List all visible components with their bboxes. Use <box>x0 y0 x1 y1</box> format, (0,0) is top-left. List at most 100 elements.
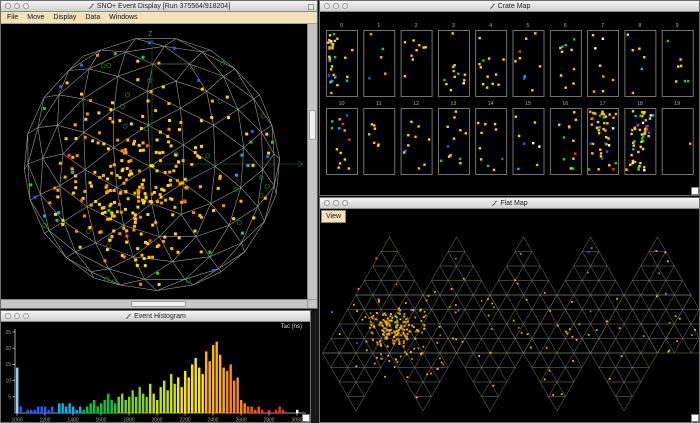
svg-text:2200: 2200 <box>179 418 190 423</box>
crate-8: 8 <box>625 23 656 97</box>
desktop: SNO+ Event Display [Run 375564/918204] F… <box>0 0 700 423</box>
scrollbar-thumb[interactable] <box>131 301 186 307</box>
flat-map-titlebar[interactable]: Flat Map <box>320 198 699 209</box>
window-controls <box>324 3 348 9</box>
svg-text:2400: 2400 <box>207 418 218 423</box>
crate-16: 16 <box>550 101 581 175</box>
window-title-text: Flat Map <box>500 200 527 207</box>
minimize-button[interactable] <box>14 3 20 9</box>
svg-text:3: 3 <box>452 23 455 29</box>
scrollbar-thumb[interactable] <box>309 110 316 140</box>
flat-map-canvas[interactable] <box>320 209 699 422</box>
flatmap-halo-hits <box>339 258 465 379</box>
crate-10: 10 <box>327 101 358 175</box>
crate-map-window: Crate Map 012345678910111213141516171819 <box>319 0 700 196</box>
window-tool-icon <box>88 3 95 10</box>
svg-text:5: 5 <box>526 23 529 29</box>
svg-text:14: 14 <box>488 101 494 107</box>
svg-text:1400: 1400 <box>67 418 78 423</box>
svg-text:1800: 1800 <box>123 418 134 423</box>
histogram-canvas: 5101520251000120014001600180020002200240… <box>1 322 310 422</box>
svg-text:4: 4 <box>489 23 492 29</box>
menu-item-data[interactable]: Data <box>85 14 100 21</box>
window-title: SNO+ Event Display [Run 375564/918204] <box>88 3 230 10</box>
svg-text:10: 10 <box>5 378 11 384</box>
z-axis-label: Z <box>148 31 153 38</box>
window-title-text: SNO+ Event Display [Run 375564/918204] <box>97 3 230 10</box>
window-controls <box>5 3 29 9</box>
resize-grip[interactable] <box>691 414 699 422</box>
window-title-text: Crate Map <box>498 3 531 10</box>
svg-text:9: 9 <box>676 23 679 29</box>
crate-11: 11 <box>364 101 395 175</box>
crate-map-canvas[interactable]: 012345678910111213141516171819 <box>320 12 699 195</box>
crate-15: 15 <box>513 101 544 175</box>
view-menu-button[interactable]: View <box>321 210 346 223</box>
resize-grip[interactable] <box>691 187 699 195</box>
zoom-button[interactable] <box>342 200 348 206</box>
close-button[interactable] <box>324 200 330 206</box>
crate-3: 3 <box>438 23 469 97</box>
minimize-button[interactable] <box>333 200 339 206</box>
menu-item-display[interactable]: Display <box>53 14 76 21</box>
menu-item-move[interactable]: Move <box>27 14 44 21</box>
svg-text:7: 7 <box>601 23 604 29</box>
sphere-unhit-rings <box>43 61 270 284</box>
crate-0: 0 <box>327 23 358 97</box>
crate-18: 18 <box>625 101 656 175</box>
crate-9: 9 <box>662 23 693 97</box>
minimize-button[interactable] <box>14 313 20 319</box>
event-histogram-window: Event Histogram 510152025100012001400160… <box>0 310 311 423</box>
svg-text:19: 19 <box>674 101 680 107</box>
close-button[interactable] <box>5 313 11 319</box>
crate-1: 1 <box>364 23 395 97</box>
minimize-button[interactable] <box>333 3 339 9</box>
svg-text:0: 0 <box>340 23 343 29</box>
svg-text:15: 15 <box>525 101 531 107</box>
svg-text:1200: 1200 <box>39 418 50 423</box>
svg-text:15: 15 <box>5 362 11 368</box>
svg-text:18: 18 <box>637 101 643 107</box>
crate-6: 6 <box>550 23 581 97</box>
crate-19: 19 <box>662 101 693 175</box>
sphere-3d-view[interactable]: Z <box>1 24 307 299</box>
window-title: Crate Map <box>489 3 531 10</box>
horizontal-scrollbar[interactable] <box>1 299 307 308</box>
zoom-button[interactable] <box>23 313 29 319</box>
event-display-window: SNO+ Event Display [Run 375564/918204] F… <box>0 0 318 309</box>
flat-map-window: Flat Map View <box>319 197 700 423</box>
resize-grip[interactable] <box>302 414 310 422</box>
svg-text:2600: 2600 <box>235 418 246 423</box>
crate-7: 7 <box>588 23 619 97</box>
crate-17: 17 <box>588 101 619 175</box>
vertical-scrollbar[interactable] <box>307 24 317 299</box>
menu-item-windows[interactable]: Windows <box>109 14 137 21</box>
crate-4: 4 <box>476 23 507 97</box>
axis-lines <box>149 40 303 167</box>
close-button[interactable] <box>5 3 11 9</box>
event-histogram-titlebar[interactable]: Event Histogram <box>1 311 310 322</box>
menu-item-file[interactable]: File <box>7 14 18 21</box>
crate-14: 14 <box>476 101 507 175</box>
zoom-button[interactable] <box>342 3 348 9</box>
svg-text:1600: 1600 <box>95 418 106 423</box>
close-button[interactable] <box>324 3 330 9</box>
svg-text:1: 1 <box>377 23 380 29</box>
zoom-button[interactable] <box>23 3 29 9</box>
crate-12: 12 <box>401 101 432 175</box>
svg-text:11: 11 <box>376 101 382 107</box>
crate-map-titlebar[interactable]: Crate Map <box>320 1 699 12</box>
svg-text:8: 8 <box>638 23 641 29</box>
crate-2: 2 <box>401 23 432 97</box>
flatmap-cluster-hits <box>365 299 426 360</box>
crate-13: 13 <box>438 101 469 175</box>
svg-text:2: 2 <box>415 23 418 29</box>
crate-5: 5 <box>513 23 544 97</box>
histogram-axis-title: Tac (ns) <box>281 324 302 330</box>
event-display-titlebar[interactable]: SNO+ Event Display [Run 375564/918204] <box>1 1 317 12</box>
svg-text:2800: 2800 <box>263 418 274 423</box>
svg-text:5: 5 <box>8 395 11 401</box>
svg-text:13: 13 <box>450 101 456 107</box>
windowshade-button[interactable] <box>308 4 314 10</box>
window-title: Flat Map <box>491 200 527 207</box>
